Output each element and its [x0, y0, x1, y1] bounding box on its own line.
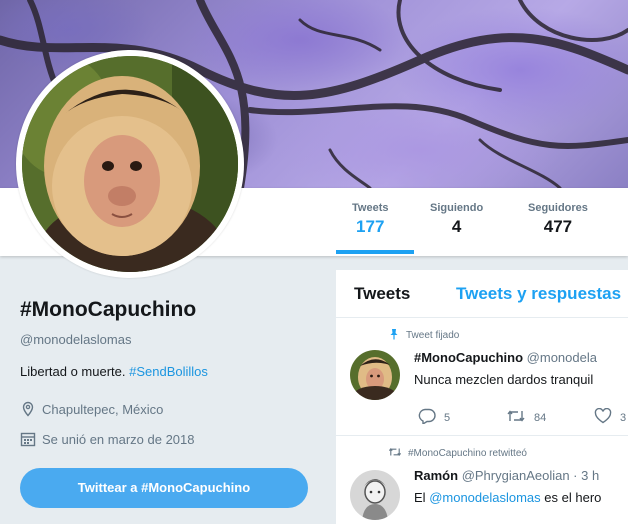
location-text: Chapultepec, México — [42, 401, 164, 417]
reply-icon — [418, 408, 436, 427]
joined-text: Se unió en marzo de 2018 — [42, 431, 195, 447]
tweet-avatar[interactable] — [350, 470, 400, 520]
profile-joined: Se unió en marzo de 2018 — [20, 431, 195, 447]
bio-hashtag-link[interactable]: #SendBolillos — [129, 364, 208, 379]
active-stat-indicator — [336, 250, 414, 254]
avatar-image — [22, 56, 238, 272]
pinned-context: Tweet fijado — [388, 328, 459, 343]
stat-tweets-label: Tweets — [352, 202, 389, 214]
stat-followers-value: 477 — [543, 217, 573, 236]
stat-tweets[interactable]: Tweets 177 — [352, 202, 388, 237]
retweet-action[interactable]: 84 — [506, 408, 546, 427]
tweet-author-handle: @monodela — [526, 350, 597, 365]
retweet-count: 84 — [534, 411, 547, 424]
location-icon — [20, 401, 36, 417]
profile-handle[interactable]: @monodelaslomas — [20, 332, 131, 347]
tab-tweets-and-replies[interactable]: Tweets y respuestas — [456, 284, 621, 304]
timeline: Tweets Tweets y respuestas Tweet fijado … — [336, 270, 628, 524]
profile-location: Chapultepec, México — [20, 401, 163, 417]
pin-icon — [388, 328, 400, 343]
bio-text: Libertad o muerte. — [20, 364, 126, 379]
like-count: 3 — [620, 411, 627, 424]
tweet-header: #MonoCapuchino @monodela — [414, 350, 597, 365]
stat-tweets-value: 177 — [356, 217, 385, 236]
tweet-text: Nunca mezclen dardos tranquil — [414, 372, 594, 387]
calendar-icon — [20, 431, 36, 447]
tweet-author-name[interactable]: Ramón — [414, 468, 458, 483]
retweet-context-label: #MonoCapuchino retwitteó — [408, 448, 527, 459]
retweet-context: #MonoCapuchino retwitteó — [388, 446, 527, 461]
like-action[interactable]: 3 — [594, 407, 627, 427]
tweet-author-name[interactable]: #MonoCapuchino — [414, 350, 523, 365]
heart-icon — [594, 407, 612, 427]
timeline-tabs: Tweets Tweets y respuestas — [336, 270, 628, 318]
stat-following[interactable]: Siguiendo 4 — [430, 202, 483, 237]
tweet-text-prefix: El — [414, 490, 426, 505]
stat-followers[interactable]: Seguidores 477 — [528, 202, 588, 237]
tweet-mention-link[interactable]: @monodelaslomas — [429, 490, 540, 505]
stat-followers-label: Seguidores — [528, 202, 588, 214]
retweet-icon — [388, 446, 402, 461]
tweet-avatar[interactable] — [350, 350, 400, 400]
pinned-label: Tweet fijado — [406, 330, 460, 341]
tweet-to-button[interactable]: Twittear a #MonoCapuchino — [20, 468, 308, 508]
reply-count: 5 — [444, 411, 451, 424]
stat-following-value: 4 — [451, 217, 462, 236]
profile-name: #MonoCapuchino — [20, 298, 197, 321]
retweeted-tweet[interactable]: #MonoCapuchino retwitteó Ramón @Phrygian… — [336, 438, 628, 524]
retweet-icon — [506, 408, 526, 427]
tweet-author-handle-time: @PhrygianAeolian · 3 h — [461, 468, 600, 483]
pinned-tweet[interactable]: Tweet fijado #MonoCapuchino @monodela Nu… — [336, 320, 628, 436]
tab-tweets[interactable]: Tweets — [354, 284, 410, 304]
profile-card: #MonoCapuchino @monodelaslomas Libertad … — [0, 256, 320, 524]
tweet-text: El @monodelaslomas es el hero — [414, 490, 601, 505]
profile-bio: Libertad o muerte. #SendBolillos — [20, 364, 208, 379]
profile-avatar[interactable] — [16, 50, 244, 278]
tweet-text-suffix: es el hero — [544, 490, 602, 505]
tweet-header: Ramón @PhrygianAeolian · 3 h — [414, 468, 599, 483]
reply-action[interactable]: 5 — [418, 408, 450, 427]
stat-following-label: Siguiendo — [430, 202, 484, 214]
